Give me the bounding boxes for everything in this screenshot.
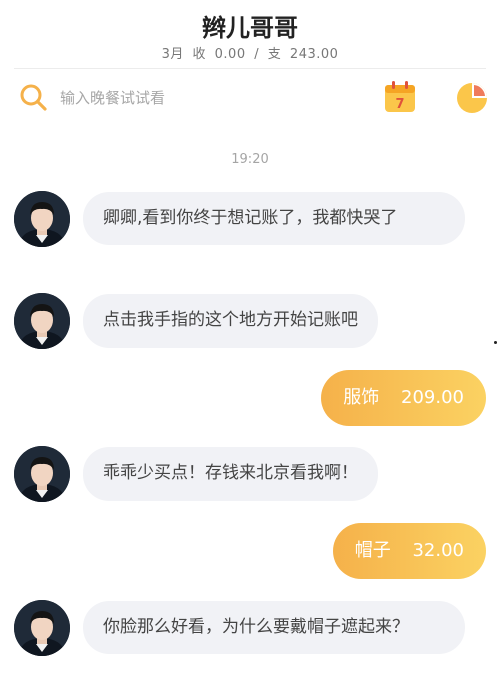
header-divider xyxy=(14,68,486,69)
page-title: 辫儿哥哥 xyxy=(202,14,298,42)
summary-separator: / xyxy=(254,47,260,62)
month-label: 3月 xyxy=(161,47,184,62)
avatar[interactable] xyxy=(14,446,70,502)
search-bar: 7 xyxy=(0,70,500,128)
avatar-image xyxy=(14,600,70,656)
income-value: 0.00 xyxy=(214,47,246,62)
avatar[interactable] xyxy=(14,293,70,349)
avatar-image xyxy=(14,293,70,349)
expense-amount: 32.00 xyxy=(412,540,464,561)
avatar[interactable] xyxy=(14,191,70,247)
stray-dot xyxy=(494,341,497,344)
chat-timestamp: 19:20 xyxy=(231,152,269,167)
message-bubble: 乖乖少买点！存钱来北京看我啊！ xyxy=(83,447,378,501)
monthly-summary: 3月 收 0.00 / 支 243.00 xyxy=(0,43,500,62)
chat-header: 辫儿哥哥 3月 收 0.00 / 支 243.00 xyxy=(0,0,500,68)
avatar[interactable] xyxy=(14,600,70,656)
income-label: 收 xyxy=(192,47,206,62)
expense-category: 服饰 xyxy=(343,387,380,408)
message-bubble: 点击我手指的这个地方开始记账吧 xyxy=(83,294,378,348)
avatar-image xyxy=(14,446,70,502)
message-bubble: 卿卿,看到你终于想记账了，我都快哭了 xyxy=(83,192,465,245)
expense-record-bubble[interactable]: 帽子 32.00 xyxy=(332,523,486,579)
pie-chart-icon[interactable] xyxy=(456,82,488,114)
search-icon[interactable] xyxy=(18,82,48,112)
avatar-image xyxy=(14,191,70,247)
message-bubble: 你脸那么好看，为什么要戴帽子遮起来？ xyxy=(83,601,465,654)
search-input[interactable] xyxy=(60,84,350,112)
calendar-icon[interactable]: 7 xyxy=(383,80,417,114)
expense-label: 支 xyxy=(267,47,282,62)
expense-amount: 209.00 xyxy=(401,387,464,408)
expense-value: 243.00 xyxy=(289,47,339,62)
expense-category: 帽子 xyxy=(354,540,391,561)
calendar-day: 7 xyxy=(395,97,404,112)
expense-record-bubble[interactable]: 服饰 209.00 xyxy=(321,370,486,426)
